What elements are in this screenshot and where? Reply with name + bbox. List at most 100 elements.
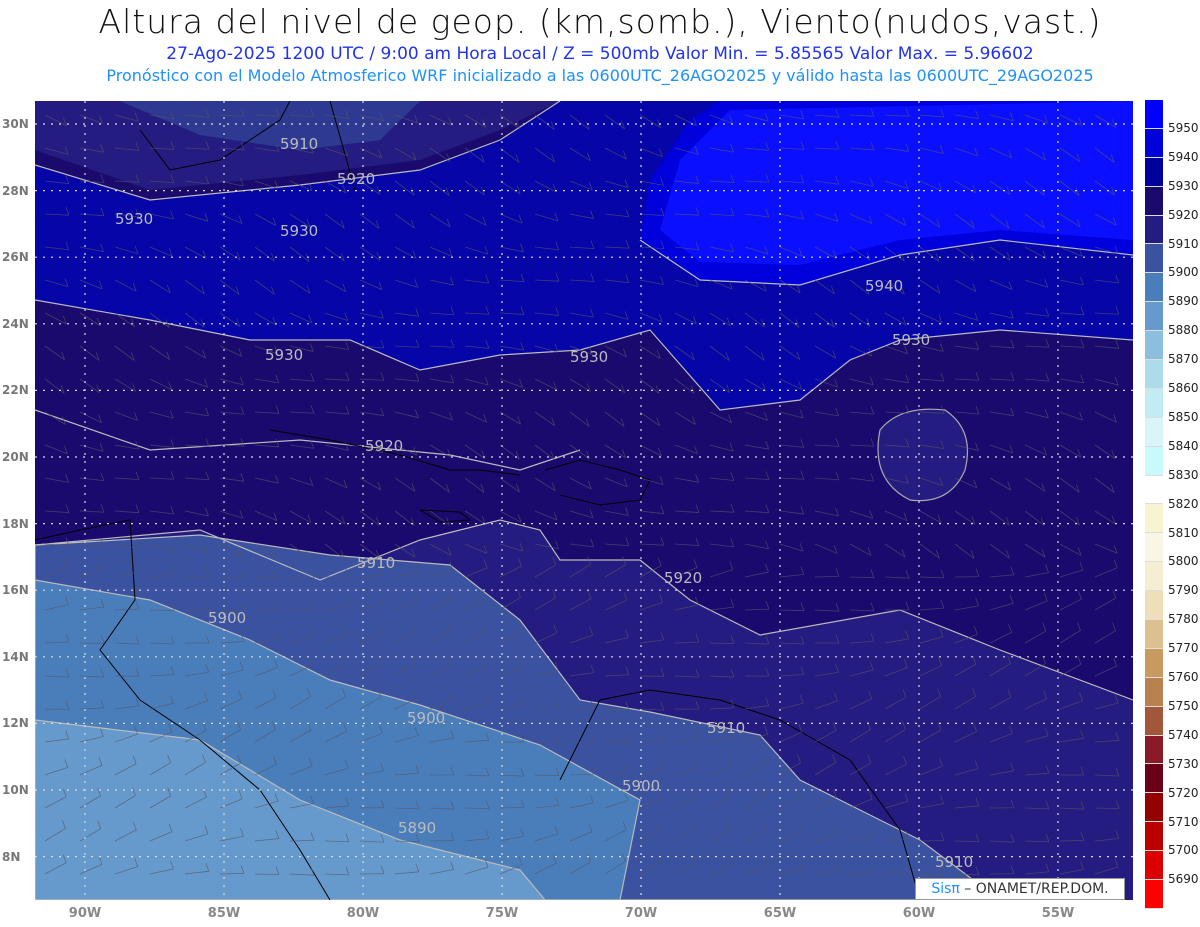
colorbar-swatch: [1145, 157, 1163, 187]
map-title: Altura del nivel de geop. (km,somb.), Vi…: [98, 2, 1102, 41]
colorbar-label: 5860: [1168, 381, 1199, 395]
onamet-logo: Sisπ – ONAMET/REP.DOM.: [915, 878, 1125, 900]
contour-label: 5920: [365, 437, 403, 455]
colorbar-label: 5800: [1168, 554, 1199, 569]
contour-label: 5930: [892, 331, 930, 349]
colorbar-swatch: [1145, 706, 1163, 736]
contour-label: 5910: [357, 554, 395, 572]
colorbar-swatch: [1145, 880, 1163, 909]
logo-text: – ONAMET/REP.DOM.: [959, 881, 1109, 897]
lat-label: 20N: [2, 450, 29, 464]
colorbar-label: 5840: [1168, 438, 1199, 453]
colorbar-swatch: [1145, 764, 1163, 794]
colorbar-swatch: [1145, 735, 1163, 765]
colorbar-swatch: [1145, 186, 1163, 216]
lat-label: 26N: [2, 250, 29, 265]
colorbar-label: 5760: [1168, 670, 1199, 684]
colorbar-swatch: [1145, 504, 1163, 534]
contour-label: 5930: [115, 210, 153, 228]
contour-label: 5900: [622, 777, 660, 795]
colorbar-swatch: [1145, 128, 1163, 158]
contour-label: 5910: [707, 719, 745, 737]
colorbar-label: 5870: [1168, 352, 1199, 367]
colorbar-swatch: [1145, 677, 1163, 707]
colorbar-swatch: [1145, 273, 1163, 303]
colorbar-label: 5710: [1168, 814, 1199, 829]
colorbar-swatch: [1145, 331, 1163, 361]
lon-label: 60W: [902, 906, 936, 921]
colorbar-label: 5830: [1168, 467, 1199, 482]
colorbar-swatch: [1145, 851, 1163, 881]
lon-label: 85W: [207, 906, 241, 921]
colorbar-label: 5790: [1168, 583, 1199, 598]
lon-label: 90W: [68, 906, 102, 921]
lat-label: 22N: [2, 383, 29, 398]
colorbar-label: 5920: [1168, 207, 1199, 222]
contour-label: 5920: [664, 569, 702, 587]
zone-5910-bubble: [877, 408, 969, 502]
colorbar-label: 5900: [1168, 265, 1199, 280]
colorbar-label: 5770: [1168, 641, 1199, 656]
colorbar-label: 5950: [1168, 120, 1199, 135]
lat-label: 24N: [2, 316, 29, 331]
contour-label: 5910: [280, 135, 318, 153]
colorbar-label: 5820: [1168, 496, 1199, 511]
colorbar-swatch: [1145, 475, 1163, 505]
geopotential-map: 5910 5920 5930 5930 5930 5930 5940 5930 …: [35, 101, 1133, 900]
lon-label: 55W: [1041, 906, 1075, 921]
colorbar-swatch: [1145, 360, 1163, 389]
colorbar-label: 5810: [1168, 525, 1199, 540]
lon-label: 75W: [485, 906, 519, 921]
forecast-time-info: 27-Ago-2025 1200 UTC / 9:00 am Hora Loca…: [166, 44, 1034, 64]
colorbar-swatch: [1145, 793, 1163, 823]
lon-label: 70W: [624, 906, 658, 921]
lon-label: 80W: [346, 906, 380, 921]
colorbar-swatch: [1145, 533, 1163, 563]
colorbar-swatch: [1145, 620, 1163, 649]
colorbar-swatch: [1145, 591, 1163, 621]
lat-label: 8N: [2, 849, 21, 864]
colorbar-label: 5880: [1168, 323, 1199, 338]
lat-label: 18N: [2, 516, 29, 531]
lat-label: 30N: [2, 117, 29, 131]
colorbar-label: 5930: [1168, 178, 1199, 193]
colorbar-swatch: [1145, 215, 1163, 245]
colorbar-swatch: [1145, 562, 1163, 592]
model-info: Pronóstico con el Modelo Atmosferico WRF…: [106, 66, 1094, 85]
contour-label: 5940: [865, 277, 903, 295]
colorbar-label: 5910: [1168, 236, 1199, 251]
colorbar-swatch: [1145, 417, 1163, 447]
lon-label: 65W: [763, 906, 797, 921]
colorbar-label: 5940: [1168, 149, 1199, 164]
colorbar-swatch: [1145, 100, 1163, 129]
colorbar: [1145, 100, 1163, 909]
colorbar-label: 5720: [1168, 785, 1199, 800]
lat-label: 16N: [2, 583, 29, 598]
colorbar-label: 5850: [1168, 409, 1199, 424]
colorbar-label: 5890: [1168, 294, 1199, 309]
colorbar-label: 5750: [1168, 698, 1199, 713]
lat-label: 14N: [2, 649, 29, 664]
colorbar-swatch: [1145, 388, 1163, 418]
colorbar-swatch: [1145, 822, 1163, 852]
contour-label: 5930: [265, 346, 303, 364]
colorbar-label: 5690: [1168, 872, 1199, 887]
contour-label: 5900: [407, 709, 445, 727]
contour-label: 5890: [398, 819, 436, 837]
colorbar-label: 5740: [1168, 727, 1199, 742]
lat-label: 10N: [2, 783, 29, 797]
colorbar-label: 5700: [1168, 843, 1199, 858]
contour-label: 5930: [570, 348, 608, 366]
colorbar-label: 5730: [1168, 756, 1199, 771]
colorbar-swatch: [1145, 446, 1163, 476]
colorbar-swatch: [1145, 302, 1163, 332]
contour-label: 5920: [337, 170, 375, 188]
contour-label: 5910: [935, 853, 973, 871]
lat-label: 28N: [2, 183, 29, 198]
colorbar-label: 5780: [1168, 612, 1199, 627]
colorbar-swatch: [1145, 244, 1163, 274]
lat-label: 12N: [2, 716, 29, 731]
contour-label: 5930: [280, 222, 318, 240]
sispi-logo-text: Sisπ: [931, 881, 960, 897]
colorbar-swatch: [1145, 648, 1163, 678]
